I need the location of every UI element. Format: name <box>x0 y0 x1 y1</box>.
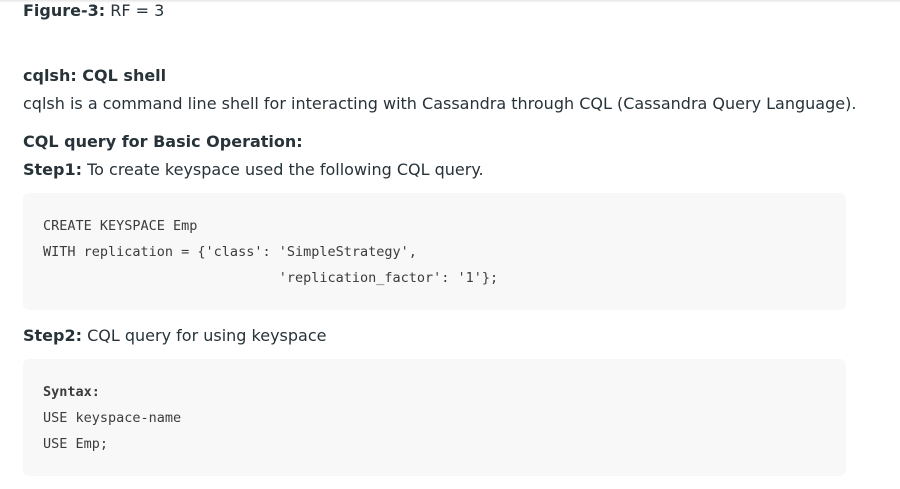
code-line-3: 'replication_factor': '1'}; <box>43 270 499 286</box>
use-keyspace-code-block: Syntax: USE keyspace-name USE Emp; <box>23 359 846 476</box>
figure-label: Figure-3: <box>23 1 106 20</box>
basic-operation-heading: CQL query for Basic Operation: <box>23 132 303 151</box>
syntax-heading: Syntax: <box>43 384 100 400</box>
step1-label: Step1: <box>23 160 83 179</box>
cqlsh-heading: cqlsh: CQL shell <box>23 66 167 85</box>
create-keyspace-code-block: CREATE KEYSPACE Emp WITH replication = {'… <box>23 193 846 310</box>
cqlsh-description: cqlsh is a command line shell for intera… <box>23 94 857 113</box>
figure-text: RF = 3 <box>105 1 165 20</box>
code-line-1: CREATE KEYSPACE Emp <box>43 218 198 234</box>
figure-caption: Figure-3: RF = 3 <box>23 0 164 22</box>
step2-label: Step2: <box>23 326 83 345</box>
code2-line-1: USE keyspace-name <box>43 410 182 426</box>
step2-description: CQL query for using keyspace <box>82 326 327 345</box>
code-line-2: WITH replication = {'class': 'SimpleStra… <box>43 244 417 260</box>
step1-text: Step1: To create keyspace used the follo… <box>23 159 484 181</box>
step2-text: Step2: CQL query for using keyspace <box>23 325 326 347</box>
step1-description: To create keyspace used the following CQ… <box>82 160 484 179</box>
code2-line-2: USE Emp; <box>43 436 109 452</box>
